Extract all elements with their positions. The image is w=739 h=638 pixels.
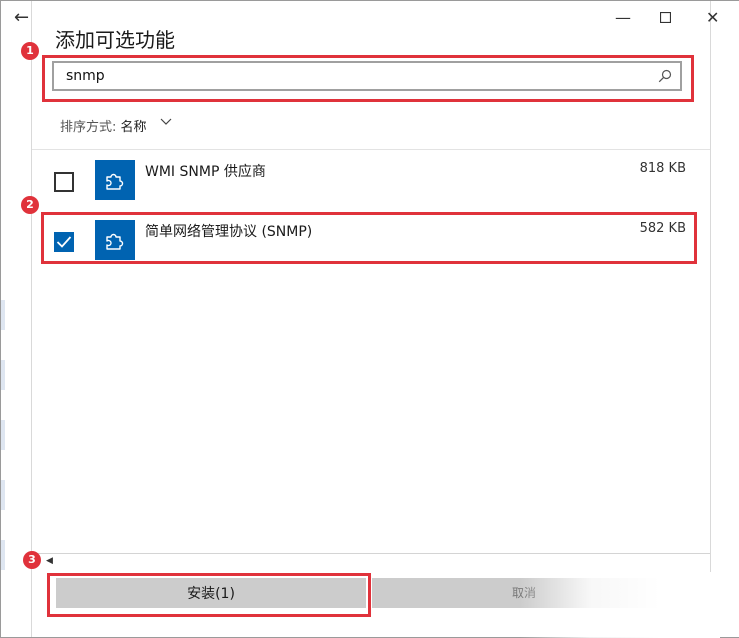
scroll-left-arrow-icon[interactable]: ◀ [46, 556, 53, 566]
step-marker-2: 2 [21, 196, 39, 214]
back-arrow-icon[interactable]: ← [14, 7, 29, 28]
maximize-icon [659, 11, 672, 24]
chevron-down-icon[interactable] [160, 118, 172, 126]
background-window-left [1, 1, 32, 637]
close-button[interactable]: ✕ [706, 8, 719, 27]
feature-tile [95, 160, 135, 200]
faded-overlay [520, 572, 720, 638]
highlight-box-snmp-row [41, 212, 697, 264]
feature-name: WMI SNMP 供应商 [145, 164, 266, 180]
puzzle-icon [106, 173, 124, 190]
highlight-box-search [42, 55, 694, 102]
sort-value: 名称 [120, 120, 147, 135]
sort-label: 排序方式: [60, 120, 117, 135]
background-window-content [1, 300, 5, 600]
feature-checkbox[interactable] [54, 172, 74, 192]
highlight-box-install [47, 573, 371, 617]
sort-dropdown[interactable]: 排序方式: 名称 [60, 116, 147, 135]
list-divider [32, 149, 710, 150]
feature-row-wmi-snmp[interactable]: WMI SNMP 供应商 818 KB [40, 160, 700, 214]
step-marker-1: 1 [21, 42, 39, 60]
feature-size: 818 KB [639, 161, 686, 176]
background-window-right [710, 1, 739, 637]
minimize-button[interactable]: — [615, 8, 631, 27]
footer-divider [32, 553, 710, 554]
maximize-button[interactable] [659, 8, 672, 27]
page-title: 添加可选功能 [55, 28, 175, 52]
step-marker-3: 3 [23, 551, 41, 569]
